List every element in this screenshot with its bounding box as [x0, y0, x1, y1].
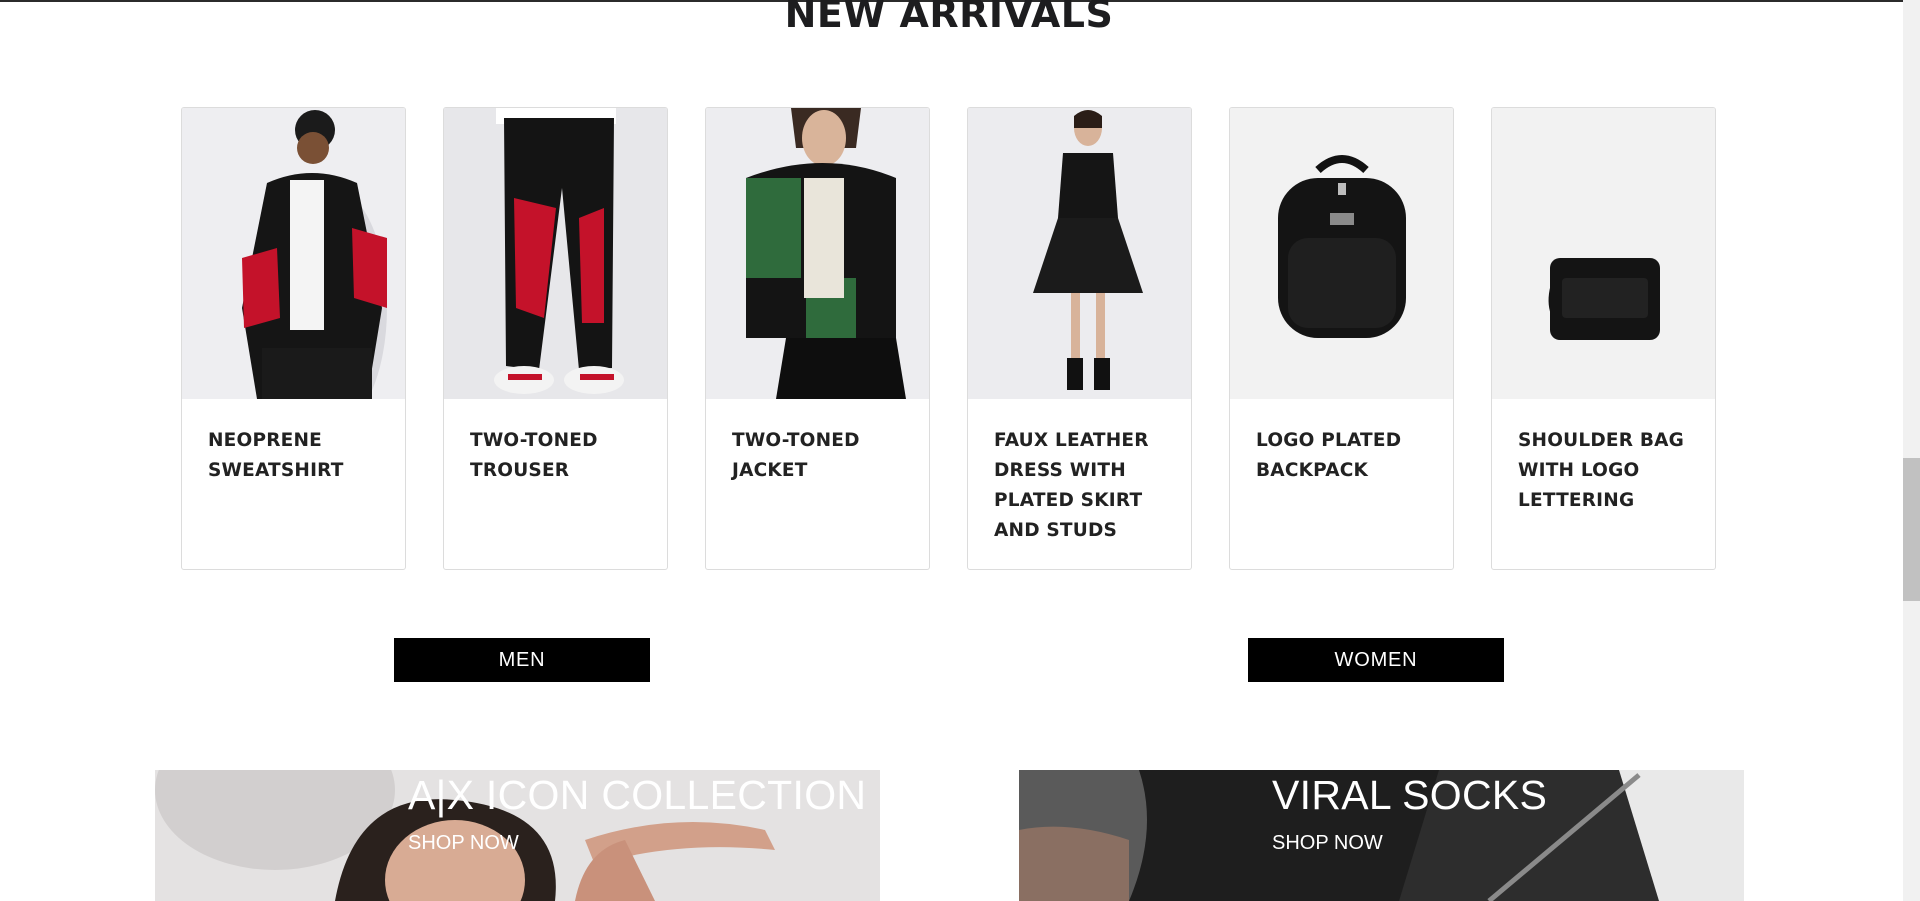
product-image[interactable] — [182, 108, 405, 399]
product-name[interactable]: SHOULDER BAG WITH LOGO LETTERING — [1518, 426, 1703, 516]
trousers-icon — [444, 108, 667, 399]
banner-title: VIRAL SOCKS — [1272, 772, 1548, 818]
product-name[interactable]: LOGO PLATED BACKPACK — [1256, 426, 1441, 486]
banner-title: A|X ICON COLLECTION — [408, 772, 867, 818]
product-card[interactable]: LOGO PLATED BACKPACK — [1229, 107, 1454, 570]
product-card[interactable]: NEOPRENE SWEATSHIRT — [181, 107, 406, 570]
product-name[interactable]: TWO-TONED TROUSER — [470, 426, 655, 486]
section-title: NEW ARRIVALS — [784, 0, 1114, 36]
shop-now-link[interactable]: SHOP NOW — [408, 832, 519, 855]
product-name[interactable]: FAUX LEATHER DRESS WITH PLATED SKIRT AND… — [994, 426, 1179, 546]
women-button[interactable]: WOMEN — [1248, 638, 1504, 682]
backpack-icon — [1230, 108, 1453, 399]
viral-socks-banner[interactable]: VIRAL SOCKS SHOP NOW — [1019, 770, 1744, 901]
dress-icon — [968, 108, 1191, 399]
product-image[interactable] — [968, 108, 1191, 399]
scrollbar-thumb[interactable] — [1903, 458, 1920, 601]
product-card[interactable]: SHOULDER BAG WITH LOGO LETTERING — [1491, 107, 1716, 570]
product-image[interactable] — [1230, 108, 1453, 399]
product-image[interactable] — [706, 108, 929, 399]
product-name[interactable]: NEOPRENE SWEATSHIRT — [208, 426, 393, 486]
scrollbar-track[interactable] — [1903, 0, 1920, 901]
jacket-icon — [706, 108, 929, 399]
product-image[interactable] — [1492, 108, 1715, 399]
icon-collection-banner[interactable]: A|X ICON COLLECTION SHOP NOW — [155, 770, 880, 901]
product-card[interactable]: TWO-TONED TROUSER — [443, 107, 668, 570]
model-sweatshirt-icon — [182, 108, 405, 399]
product-image[interactable] — [444, 108, 667, 399]
product-card[interactable]: TWO-TONED JACKET — [705, 107, 930, 570]
shoulder-bag-icon — [1492, 108, 1715, 399]
product-card[interactable]: FAUX LEATHER DRESS WITH PLATED SKIRT AND… — [967, 107, 1192, 570]
men-button[interactable]: MEN — [394, 638, 650, 682]
product-name[interactable]: TWO-TONED JACKET — [732, 426, 917, 486]
shop-now-link[interactable]: SHOP NOW — [1272, 832, 1383, 855]
